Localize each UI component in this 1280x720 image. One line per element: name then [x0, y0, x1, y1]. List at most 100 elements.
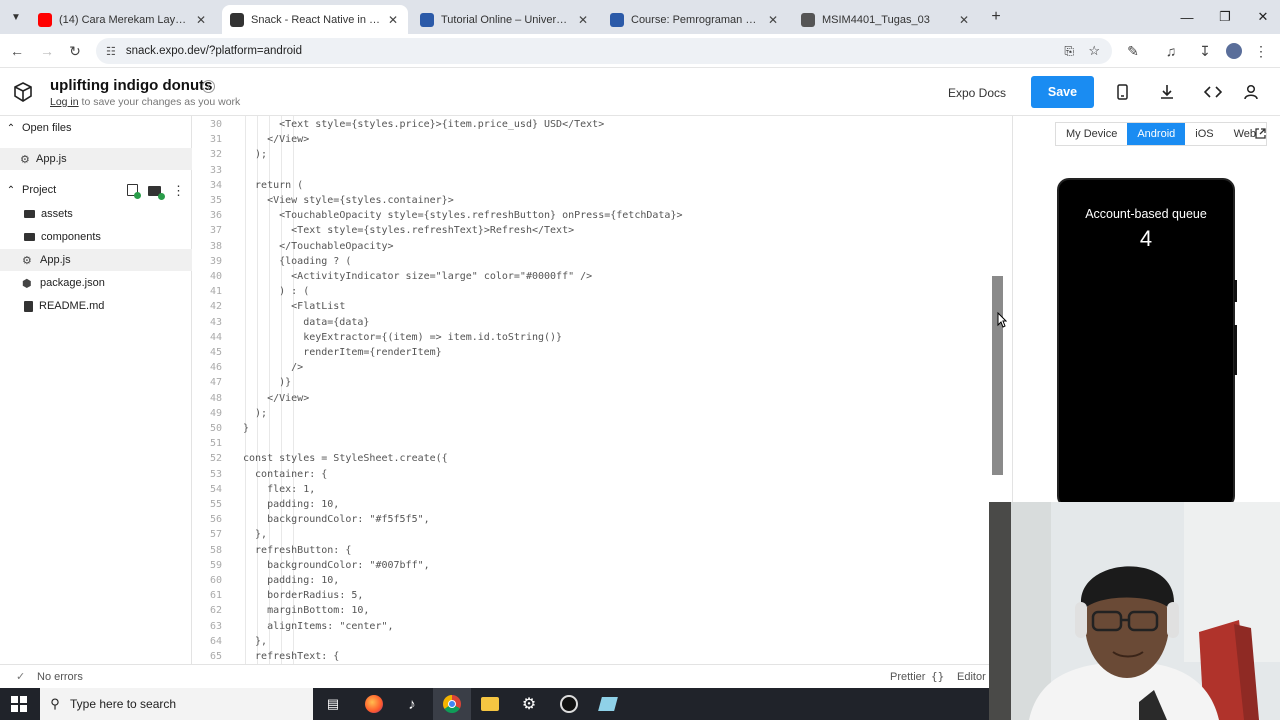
- code-line[interactable]: <Text style={styles.price}>{item.price_u…: [279, 119, 604, 130]
- embed-code-icon[interactable]: [1204, 84, 1222, 100]
- login-link[interactable]: Log in: [50, 96, 79, 108]
- media-control-icon[interactable]: ♫: [1160, 40, 1182, 62]
- code-line[interactable]: keyExtractor={(item) => item.id.toString…: [303, 332, 562, 343]
- platform-tab-ios[interactable]: iOS: [1185, 123, 1224, 145]
- user-account-icon[interactable]: [1243, 84, 1259, 100]
- project-item-assets[interactable]: assets: [0, 203, 192, 225]
- site-info-icon[interactable]: ☷: [106, 45, 116, 58]
- code-line[interactable]: );: [255, 149, 267, 160]
- address-bar[interactable]: ☷ snack.expo.dev/?platform=android ⎘ ☆: [96, 38, 1112, 64]
- close-window-button[interactable]: ✕: [1240, 0, 1280, 34]
- editor-scrollbar-thumb[interactable]: [992, 276, 1003, 475]
- code-line[interactable]: ) : (: [279, 286, 309, 297]
- bookmark-star-icon[interactable]: ☆: [1088, 43, 1100, 59]
- code-line[interactable]: return (: [255, 180, 303, 191]
- chrome-icon[interactable]: [433, 688, 471, 720]
- prettier-button[interactable]: Prettier: [890, 671, 925, 683]
- browser-tab[interactable]: Course: Pemrograman Berbasis ✕: [602, 5, 788, 34]
- tiktok-icon[interactable]: ♪: [393, 688, 431, 720]
- error-status[interactable]: No errors: [37, 671, 83, 683]
- reload-button[interactable]: ↻: [64, 40, 86, 62]
- code-line[interactable]: flex: 1,: [267, 484, 315, 495]
- new-folder-icon[interactable]: [148, 186, 165, 200]
- close-tab-icon[interactable]: ✕: [957, 13, 971, 27]
- project-item-package-json[interactable]: ⬢ package.json: [0, 272, 192, 294]
- platform-tab-android[interactable]: Android: [1127, 123, 1186, 145]
- code-line[interactable]: />: [291, 362, 303, 373]
- expo-snack-logo-icon[interactable]: [12, 81, 34, 103]
- android-phone-frame[interactable]: Account-based queue 4: [1057, 178, 1235, 508]
- code-line[interactable]: borderRadius: 5,: [267, 590, 363, 601]
- tab-search-button[interactable]: ▼: [6, 7, 26, 27]
- close-tab-icon[interactable]: ✕: [386, 13, 400, 27]
- project-name[interactable]: uplifting indigo donuts: [50, 77, 212, 94]
- code-line[interactable]: marginBottom: 10,: [267, 605, 369, 616]
- close-tab-icon[interactable]: ✕: [194, 13, 208, 27]
- firefox-icon[interactable]: [355, 688, 393, 720]
- close-tab-icon[interactable]: ✕: [766, 13, 780, 27]
- info-icon[interactable]: i: [202, 80, 215, 93]
- close-tab-icon[interactable]: ✕: [576, 13, 590, 27]
- project-item-components[interactable]: components: [0, 226, 192, 248]
- browser-menu-icon[interactable]: ⋮: [1250, 40, 1272, 62]
- windows-start-icon[interactable]: [0, 688, 38, 720]
- code-line[interactable]: data={data}: [303, 317, 369, 328]
- code-line[interactable]: container: {: [255, 469, 327, 480]
- extensions-icon[interactable]: ✎: [1122, 40, 1144, 62]
- code-line[interactable]: <TouchableOpacity style={styles.refreshB…: [279, 210, 682, 221]
- code-line[interactable]: );: [255, 408, 267, 419]
- code-line[interactable]: }: [243, 423, 249, 434]
- code-line[interactable]: renderItem={renderItem}: [303, 347, 441, 358]
- code-line[interactable]: </TouchableOpacity>: [279, 241, 393, 252]
- devices-icon[interactable]: [1115, 84, 1131, 100]
- code-line[interactable]: <FlatList: [291, 301, 345, 312]
- project-item-readme-md[interactable]: README.md: [0, 295, 192, 317]
- braces-icon[interactable]: {}: [931, 670, 944, 683]
- downloads-icon[interactable]: ↧: [1194, 40, 1216, 62]
- code-line[interactable]: padding: 10,: [267, 499, 339, 510]
- code-line[interactable]: },: [255, 636, 267, 647]
- browser-tab[interactable]: MSIM4401_Tugas_03 ✕: [793, 5, 979, 34]
- settings-gear-icon[interactable]: ⚙: [510, 688, 548, 720]
- save-button[interactable]: Save: [1031, 76, 1094, 108]
- code-line[interactable]: )}: [279, 377, 291, 388]
- code-line[interactable]: refreshText: {: [255, 651, 339, 662]
- code-line[interactable]: backgroundColor: "#f5f5f5",: [267, 514, 430, 525]
- editor-toggle[interactable]: Editor: [957, 671, 986, 683]
- open-files-section-toggle[interactable]: ⌃ Open files: [0, 117, 192, 139]
- obs-recorder-icon[interactable]: [550, 688, 588, 720]
- code-line[interactable]: </View>: [267, 134, 309, 145]
- open-file-item[interactable]: ⚙ App.js: [0, 148, 192, 170]
- task-view-icon[interactable]: ▤: [314, 688, 352, 720]
- code-line[interactable]: <View style={styles.container}>: [267, 195, 454, 206]
- code-line[interactable]: alignItems: "center",: [267, 621, 393, 632]
- download-icon[interactable]: [1159, 84, 1175, 100]
- code-line[interactable]: },: [255, 529, 267, 540]
- code-line[interactable]: padding: 10,: [267, 575, 339, 586]
- browser-tab[interactable]: (14) Cara Merekam Layar Lapto ✕: [30, 5, 216, 34]
- code-line[interactable]: </View>: [267, 393, 309, 404]
- new-file-icon[interactable]: [127, 184, 141, 199]
- taskbar-search[interactable]: ⚲ Type here to search: [40, 688, 313, 720]
- browser-tab[interactable]: Snack - React Native in the brow ✕: [222, 5, 408, 34]
- code-line[interactable]: refreshButton: {: [255, 545, 351, 556]
- back-button[interactable]: ←: [6, 40, 28, 62]
- new-tab-button[interactable]: +: [986, 7, 1006, 27]
- browser-tab[interactable]: Tutorial Online – Universitas Te ✕: [412, 5, 598, 34]
- open-external-icon[interactable]: [1254, 127, 1267, 140]
- project-item-app-js[interactable]: ⚙ App.js: [0, 249, 192, 271]
- code-line[interactable]: const styles = StyleSheet.create({: [243, 453, 448, 464]
- code-editor[interactable]: 30 <Text style={styles.price}>{item.price…: [192, 116, 992, 664]
- platform-tab-my-device[interactable]: My Device: [1056, 123, 1128, 145]
- more-options-icon[interactable]: ⋮: [172, 183, 185, 199]
- forward-button[interactable]: →: [36, 40, 58, 62]
- code-line[interactable]: <ActivityIndicator size="large" color="#…: [291, 271, 592, 282]
- code-line[interactable]: {loading ? (: [279, 256, 351, 267]
- install-icon[interactable]: ⎘: [1064, 44, 1074, 59]
- profile-avatar[interactable]: [1223, 40, 1245, 62]
- code-line[interactable]: backgroundColor: "#007bff",: [267, 560, 430, 571]
- app-icon[interactable]: [589, 688, 627, 720]
- code-line[interactable]: <Text style={styles.refreshText}>Refresh…: [291, 225, 574, 236]
- expo-docs-link[interactable]: Expo Docs: [948, 86, 1006, 100]
- file-explorer-icon[interactable]: [471, 688, 509, 720]
